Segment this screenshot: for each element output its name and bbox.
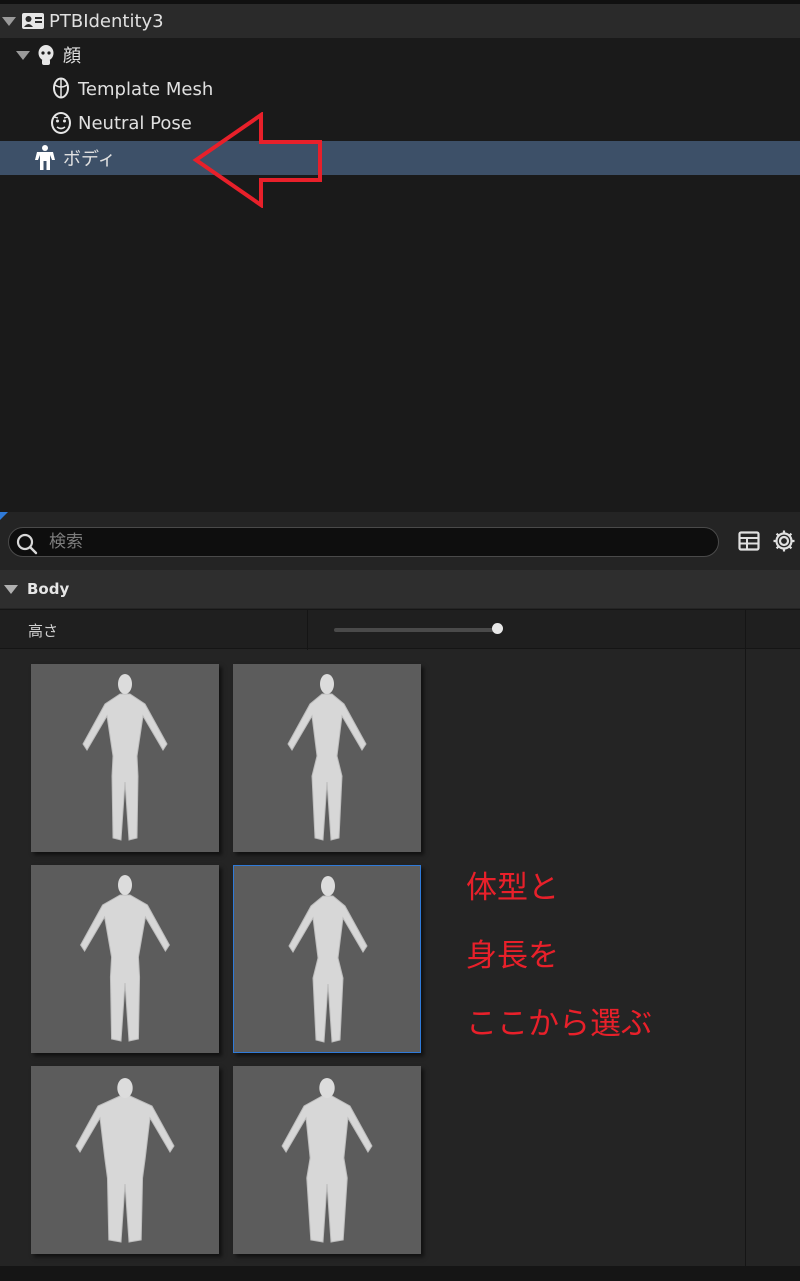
body-preset-male-average[interactable] (31, 664, 219, 852)
search-icon (15, 532, 39, 560)
body-preset-male-muscular[interactable] (31, 865, 219, 1053)
body-figure (281, 1095, 373, 1243)
grid-side-column (745, 650, 800, 1270)
category-label: Body (27, 580, 70, 598)
tree-item-template-mesh[interactable]: Template Mesh (0, 72, 800, 106)
tree-item-body[interactable]: ボディ (0, 141, 800, 175)
annotation-line-2: 身長を (466, 938, 559, 974)
mesh-head-icon (50, 77, 72, 101)
tree-item-label: Template Mesh (78, 78, 214, 100)
expand-arrow-icon[interactable] (16, 50, 30, 60)
search-bar[interactable] (8, 527, 719, 557)
identity-outliner: PTBIdentity3 顔 Template Mesh Neutral Pos… (0, 0, 800, 512)
body-figure (82, 693, 168, 841)
body-icon (33, 145, 57, 171)
face-pose-icon (48, 111, 74, 135)
tree-item-label: 顔 (63, 46, 81, 67)
property-label: 高さ (28, 622, 59, 640)
annotation-line-1: 体型と (466, 870, 559, 906)
gear-icon[interactable] (772, 529, 796, 557)
tree-item-face[interactable]: 顔 (0, 38, 800, 72)
details-panel: Body 高さ (0, 512, 800, 1281)
tree-item-root[interactable]: PTBIdentity3 (0, 4, 800, 38)
column-divider (307, 610, 308, 650)
body-figure-head (117, 1078, 133, 1098)
height-slider-thumb[interactable] (492, 623, 503, 634)
body-figure-head (320, 674, 334, 694)
body-preset-female-average[interactable] (233, 664, 421, 852)
body-figure-head (321, 876, 335, 896)
body-figure (80, 894, 170, 1042)
body-figure (287, 693, 367, 841)
height-slider-track[interactable] (334, 628, 498, 632)
table-view-icon[interactable] (738, 530, 760, 556)
body-figure-head (118, 674, 132, 694)
body-preset-grid (0, 650, 745, 1270)
tree-item-label: PTBIdentity3 (49, 10, 164, 32)
search-input[interactable] (49, 530, 709, 554)
tree-item-neutral-pose[interactable]: Neutral Pose (0, 106, 800, 140)
body-figure (288, 895, 368, 1043)
focus-corner-marker (0, 512, 8, 520)
property-row-height: 高さ (0, 609, 800, 650)
tree-item-label: Neutral Pose (78, 112, 192, 134)
body-figure-head (118, 875, 132, 895)
body-preset-female-curvy[interactable] (233, 865, 421, 1053)
body-figure (75, 1095, 175, 1243)
body-figure-head (319, 1078, 335, 1098)
body-preset-female-heavy[interactable] (233, 1066, 421, 1254)
expand-arrow-icon[interactable] (2, 16, 16, 26)
expand-arrow-icon[interactable] (4, 584, 18, 594)
head-icon (35, 44, 57, 66)
category-header-body[interactable]: Body (0, 570, 800, 608)
red-arrow-annotation (192, 112, 322, 208)
panel-bottom-strip (0, 1266, 800, 1281)
annotation-line-3: ここから選ぶ (466, 1006, 652, 1042)
body-preset-male-heavy[interactable] (31, 1066, 219, 1254)
identity-icon (21, 11, 45, 31)
column-divider (745, 610, 746, 650)
tree-item-label: ボディ (63, 149, 116, 170)
